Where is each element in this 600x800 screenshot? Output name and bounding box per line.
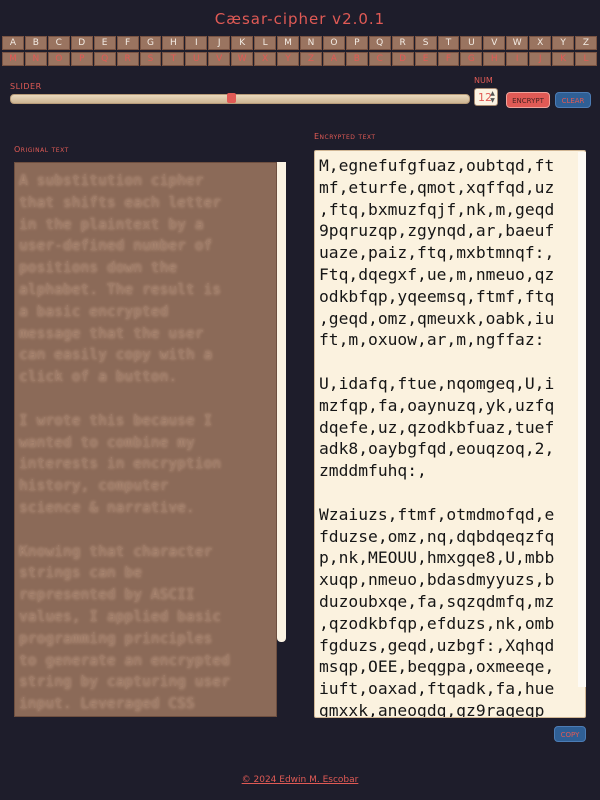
slider-thumb[interactable] [226, 93, 236, 103]
cipher-letter-7: T [162, 52, 185, 66]
cipher-letter-16: C [368, 52, 391, 66]
cipher-letter-15: B [345, 52, 368, 66]
plain-letter-0: A [2, 36, 24, 50]
plain-letter-19: T [437, 36, 460, 50]
plain-alphabet-row: ABCDEFGHIJKLMNOPQRSTUVWXYZ [2, 36, 598, 52]
cipher-letter-14: A [322, 52, 345, 66]
plain-letter-4: E [93, 36, 116, 50]
cipher-letter-13: Z [299, 52, 322, 66]
plain-letter-14: O [322, 36, 345, 50]
plain-letter-6: G [139, 36, 162, 50]
plain-letter-18: S [414, 36, 437, 50]
encrypted-text-scrollbar[interactable] [578, 152, 586, 687]
cipher-letter-8: U [185, 52, 208, 66]
plain-letter-16: Q [368, 36, 391, 50]
plain-letter-25: Z [575, 36, 597, 50]
plain-letter-11: L [254, 36, 277, 50]
cipher-letter-23: J [529, 52, 552, 66]
cipher-letter-2: O [47, 52, 70, 66]
original-text-area[interactable]: A substitution cipher that shifts each l… [14, 162, 277, 717]
original-text-label: Original text [14, 145, 69, 154]
plain-letter-20: U [460, 36, 483, 50]
original-text-scrollbar[interactable] [277, 162, 286, 642]
spinner-arrows-icon[interactable]: ▲ ▼ [489, 90, 496, 104]
slider-label: Slider [10, 82, 42, 91]
plain-letter-21: V [483, 36, 506, 50]
cipher-letter-19: F [437, 52, 460, 66]
encrypted-text-area[interactable]: M,egnefufgfuaz,oubtqd,ft mf,eturfe,qmot,… [314, 150, 586, 718]
encrypt-button[interactable]: encrypt [506, 92, 550, 108]
cipher-letter-24: K [552, 52, 575, 66]
original-text-content: A substitution cipher that shifts each l… [19, 172, 230, 713]
plain-letter-17: R [391, 36, 414, 50]
cipher-letter-25: L [575, 52, 597, 66]
plain-letter-22: W [506, 36, 529, 50]
cipher-letter-4: Q [93, 52, 116, 66]
shift-number-input[interactable]: 12 ▲ ▼ [474, 88, 498, 106]
cipher-alphabet-row: MNOPQRSTUVWXYZABCDEFGHIJKL [2, 52, 598, 68]
cipher-letter-0: M [2, 52, 24, 66]
cipher-letter-17: D [391, 52, 414, 66]
encrypted-text-label: Encrypted text [314, 132, 376, 141]
cipher-letter-3: P [70, 52, 93, 66]
plain-letter-3: D [70, 36, 93, 50]
footer-credit-link[interactable]: © 2024 Edwin M. Escobar [0, 775, 600, 785]
plain-letter-2: C [47, 36, 70, 50]
plain-letter-13: N [299, 36, 322, 50]
cipher-letter-22: I [506, 52, 529, 66]
cipher-letter-12: Y [277, 52, 299, 66]
plain-letter-23: X [529, 36, 552, 50]
shift-slider[interactable] [10, 93, 470, 104]
cipher-letter-9: V [208, 52, 231, 66]
cipher-letter-21: H [483, 52, 506, 66]
cipher-letter-20: G [460, 52, 483, 66]
clear-button[interactable]: clear [555, 92, 591, 108]
encrypted-text-content: M,egnefufgfuaz,oubtqd,ft mf,eturfe,qmot,… [319, 156, 555, 718]
cipher-letter-18: E [414, 52, 437, 66]
plain-letter-9: J [208, 36, 231, 50]
plain-letter-7: H [162, 36, 185, 50]
plain-letter-5: F [116, 36, 139, 50]
app-title: Cæsar-cipher v2.0.1 [214, 10, 386, 28]
copy-button[interactable]: copy [554, 726, 586, 742]
cipher-letter-6: S [139, 52, 162, 66]
num-label: Num [474, 76, 493, 85]
cipher-letter-1: N [24, 52, 47, 66]
cipher-letter-10: W [231, 52, 254, 66]
plain-letter-1: B [24, 36, 47, 50]
plain-letter-12: M [277, 36, 299, 50]
cipher-letter-11: X [254, 52, 277, 66]
plain-letter-24: Y [552, 36, 575, 50]
plain-letter-8: I [185, 36, 208, 50]
plain-letter-15: P [345, 36, 368, 50]
plain-letter-10: K [231, 36, 254, 50]
cipher-letter-5: R [116, 52, 139, 66]
